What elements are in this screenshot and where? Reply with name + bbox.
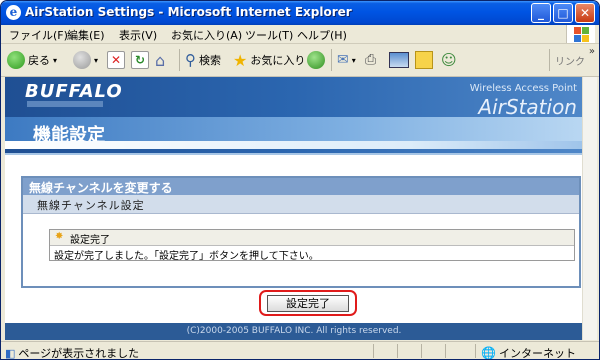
status-divider — [445, 344, 446, 358]
windows-logo-icon — [566, 25, 595, 43]
history-button[interactable] — [307, 50, 325, 70]
links-label[interactable]: リンク — [555, 53, 585, 68]
stop-button[interactable]: ✕ — [107, 50, 125, 70]
button-highlight-ring: 設定完了 — [259, 290, 357, 316]
ie-icon: e — [6, 5, 21, 20]
close-button[interactable]: ✕ — [575, 3, 595, 23]
brand-logo: BUFFALO — [25, 81, 123, 102]
menu-file[interactable]: ファイル(F) — [9, 27, 68, 43]
page-icon: ◧ — [5, 346, 16, 360]
print-icon: ⎙ — [365, 52, 377, 68]
setting-complete-button[interactable]: 設定完了 — [267, 295, 349, 312]
toolbar-separator — [549, 49, 550, 71]
section-title: 無線チャンネルを変更する — [29, 181, 173, 195]
forward-dropdown-icon: ▾ — [94, 55, 99, 65]
messenger-icon: ☺ — [441, 51, 457, 69]
favorites-button[interactable]: ★ お気に入り — [233, 50, 305, 70]
menu-favorites[interactable]: お気に入り(A) — [171, 27, 242, 43]
toolbar-overflow-icon[interactable]: » — [589, 46, 595, 57]
channel-section: 無線チャンネルを変更する 無線チャンネル設定 ✸ 設定完了 設定が完了しました。… — [21, 176, 581, 288]
title-band: 機能設定 — [5, 117, 583, 149]
messenger-button[interactable]: ☺ — [441, 50, 457, 70]
zone-text: インターネット — [498, 347, 576, 360]
minimize-button[interactable]: _ — [531, 3, 551, 23]
edit-page-icon — [389, 52, 409, 68]
favorites-label: お気に入り — [250, 54, 306, 67]
star-icon: ★ — [233, 50, 248, 70]
message-box: ✸ 設定完了 設定が完了しました。「設定完了」ボタンを押して下さい。 — [49, 229, 575, 262]
history-icon — [307, 51, 325, 69]
refresh-button[interactable]: ↻ — [131, 50, 149, 70]
mail-icon: ✉ — [337, 52, 349, 68]
vertical-scrollbar[interactable] — [582, 77, 597, 340]
product-name: AirStation — [478, 95, 577, 119]
globe-icon: 🌐 — [481, 346, 496, 360]
back-label: 戻る — [28, 54, 50, 67]
status-message: ◧ ページが表示されました — [5, 345, 139, 360]
stop-icon: ✕ — [107, 51, 125, 69]
maximize-button[interactable]: □ — [553, 3, 573, 23]
section-header: 無線チャンネルを変更する — [23, 178, 579, 195]
menu-edit[interactable]: 編集(E) — [67, 27, 105, 43]
menu-tools[interactable]: ツール(T) — [245, 27, 293, 43]
status-divider — [475, 344, 476, 358]
security-zone: 🌐 インターネット — [481, 345, 576, 360]
menu-view[interactable]: 表示(V) — [119, 27, 157, 43]
back-arrow-icon — [7, 51, 25, 69]
search-label: 検索 — [199, 54, 221, 67]
back-button[interactable]: 戻る ▾ — [7, 50, 57, 70]
subsection-header: 無線チャンネル設定 — [23, 195, 579, 214]
status-divider — [397, 344, 398, 358]
message-body: 設定が完了しました。「設定完了」ボタンを押して下さい。 — [54, 251, 319, 262]
band-swoosh — [5, 141, 583, 149]
search-icon: ⚲ — [185, 51, 196, 69]
brand-subtext — [27, 101, 103, 107]
copyright-footer: (C)2000-2005 BUFFALO INC. All rights res… — [5, 323, 583, 340]
edit-button[interactable] — [389, 50, 409, 70]
home-button[interactable]: ⌂ — [155, 50, 165, 70]
toolbar-separator — [331, 49, 332, 71]
status-divider — [373, 344, 374, 358]
forward-button[interactable]: ▾ — [73, 50, 98, 70]
header-divider — [5, 153, 583, 155]
note-icon — [415, 51, 433, 69]
mail-dropdown-icon: ▾ — [351, 55, 356, 65]
print-button[interactable]: ⎙ — [365, 50, 376, 70]
page-content: BUFFALO Wireless Access Point AirStation… — [5, 77, 583, 340]
toolbar-separator — [179, 49, 180, 71]
discuss-button[interactable] — [415, 50, 433, 70]
toolbar: 戻る ▾ ▾ ✕ ↻ ⌂ ⚲ 検索 ★ お気に入り ✉ ▾ ⎙ ☺ リンク » — [1, 44, 599, 77]
browser-window: e AirStation Settings - Microsoft Intern… — [0, 0, 600, 360]
home-icon: ⌂ — [155, 50, 166, 70]
search-button[interactable]: ⚲ 検索 — [185, 50, 221, 70]
forward-arrow-icon — [73, 51, 91, 69]
message-heading: 設定完了 — [70, 235, 110, 246]
menu-help[interactable]: ヘルプ(H) — [297, 27, 347, 43]
status-divider — [421, 344, 422, 358]
status-bar: ◧ ページが表示されました 🌐 インターネット — [1, 341, 599, 360]
title-bar[interactable]: e AirStation Settings - Microsoft Intern… — [1, 1, 599, 25]
mail-button[interactable]: ✉ ▾ — [337, 50, 356, 70]
sparkle-icon: ✸ — [55, 231, 64, 242]
back-dropdown-icon: ▾ — [53, 55, 58, 65]
message-header: ✸ 設定完了 — [50, 230, 574, 246]
page-header: BUFFALO Wireless Access Point AirStation… — [5, 77, 583, 155]
window-title: AirStation Settings - Microsoft Internet… — [25, 5, 352, 19]
menu-bar: ファイル(F) 編集(E) 表示(V) お気に入り(A) ツール(T) ヘルプ(… — [1, 25, 599, 44]
refresh-icon: ↻ — [131, 51, 149, 69]
product-tagline: Wireless Access Point — [469, 83, 577, 94]
status-text: ページが表示されました — [18, 347, 140, 360]
subsection-title: 無線チャンネル設定 — [37, 199, 145, 212]
